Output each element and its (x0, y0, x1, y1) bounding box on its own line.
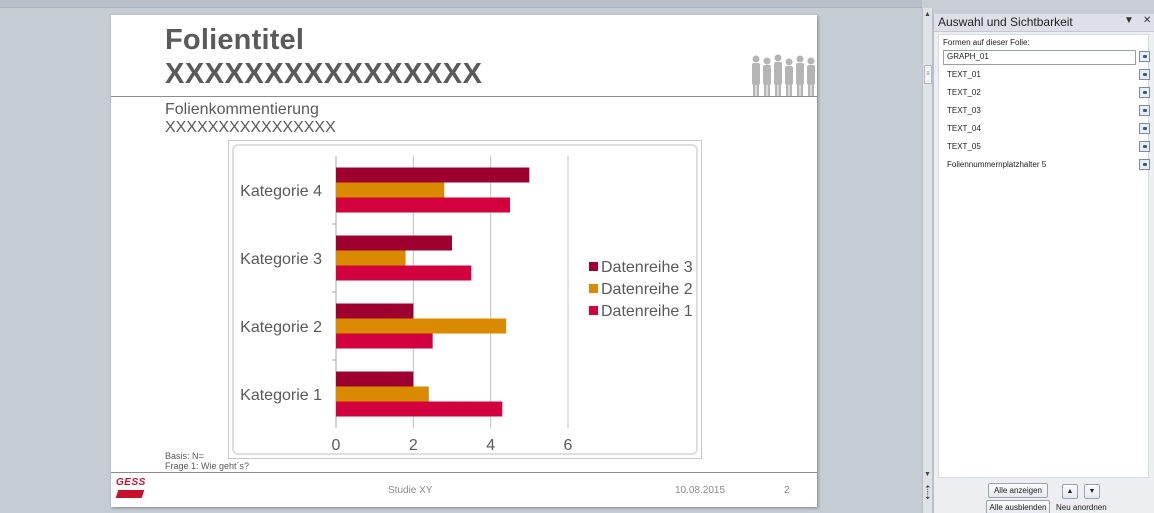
shape-name: TEXT_01 (947, 70, 981, 79)
shape-item-text-01[interactable]: TEXT_01 (943, 69, 1150, 83)
header-divider (111, 96, 817, 97)
bring-forward-button[interactable]: ▲ (1062, 484, 1078, 499)
bar[interactable] (336, 167, 530, 183)
bar[interactable] (336, 371, 414, 387)
basis-note[interactable]: Basis: N= (165, 451, 204, 461)
bar[interactable] (336, 265, 472, 281)
logo-bar (115, 490, 145, 498)
pane-header: Auswahl und Sichtbarkeit ▼ ✕ (934, 14, 1154, 32)
selection-pane: Auswahl und Sichtbarkeit ▼ ✕ Formen auf … (933, 14, 1154, 513)
chart-area[interactable]: 0 2 4 6 Kategorie 4 Kategorie 3 Kategorie 2 Kat… (232, 144, 698, 455)
chart-selection-frame[interactable]: 0 2 4 6 Kategorie 4 Kategorie 3 Kategorie 2 Kat… (228, 140, 702, 459)
pane-footer: Alle anzeigen Alle ausblenden ▲ ▼ Neu an… (934, 480, 1154, 513)
shape-item-graph-01[interactable]: GRAPH_01 (943, 50, 1150, 65)
legend-swatch[interactable] (589, 306, 598, 315)
send-backward-button[interactable]: ▼ (1084, 484, 1100, 499)
show-all-button[interactable]: Alle anzeigen (988, 483, 1048, 498)
hide-all-button[interactable]: Alle ausblenden (986, 500, 1050, 513)
editor-top-border (0, 0, 922, 8)
legend-label[interactable]: Datenreihe 1 (601, 303, 693, 320)
gess-logo: GESS (115, 477, 146, 501)
shape-name: TEXT_05 (947, 142, 981, 151)
category-label[interactable]: Kategorie 2 (240, 319, 322, 336)
bar[interactable] (336, 386, 429, 402)
visibility-eye-icon[interactable] (1139, 87, 1150, 98)
logo-wordmark: GESS (116, 477, 146, 488)
visibility-eye-icon[interactable] (1139, 141, 1150, 152)
pane-options-chevron-icon[interactable]: ▼ (1124, 15, 1134, 26)
shape-name: TEXT_02 (947, 88, 981, 97)
slide-comment[interactable]: Folienkommentierung (165, 101, 319, 119)
scroll-up-arrow-icon[interactable]: ▲ (924, 11, 931, 18)
slide-canvas[interactable]: Folientitel XXXXXXXXXXXXXXXX Folienkomme… (111, 15, 817, 507)
bar[interactable] (336, 182, 445, 198)
footer-page-number[interactable]: 2 (784, 485, 790, 496)
category-label[interactable]: Kategorie 3 (240, 251, 322, 268)
shape-item-text-04[interactable]: TEXT_04 (943, 123, 1150, 137)
footer-divider (111, 472, 817, 473)
footer-date[interactable]: 10.08.2015 (675, 485, 725, 496)
x-tick-label[interactable]: 2 (409, 437, 418, 454)
shapes-list: Formen auf dieser Folie: GRAPH_01 TEXT_0… (938, 34, 1150, 478)
previous-next-slide-icon[interactable]: ⇡ ⇣ (924, 485, 932, 501)
bar[interactable] (336, 318, 507, 334)
bar-chart[interactable]: 0 2 4 6 Kategorie 4 Kategorie 3 Kategorie 2 Kat… (234, 146, 700, 457)
shape-name: GRAPH_01 (947, 52, 989, 61)
slide-title[interactable]: Folientitel (165, 24, 304, 57)
visibility-eye-icon[interactable] (1139, 123, 1150, 134)
footer-study[interactable]: Studie XY (388, 485, 432, 496)
shape-name: TEXT_03 (947, 106, 981, 115)
legend-swatch[interactable] (589, 284, 598, 293)
people-silhouette-icon (752, 54, 815, 97)
shape-item-text-03[interactable]: TEXT_03 (943, 105, 1150, 119)
question-note[interactable]: Frage 1: Wie geht´s? (165, 461, 249, 471)
bar[interactable] (336, 401, 503, 417)
vertical-scrollbar[interactable]: ▲ ≡ ▼ ⇡ ⇣ (922, 8, 933, 513)
x-tick-label[interactable]: 0 (332, 437, 341, 454)
scroll-down-arrow-icon[interactable]: ▼ (924, 471, 931, 478)
category-label[interactable]: Kategorie 4 (240, 183, 322, 200)
pane-title: Auswahl und Sichtbarkeit (938, 15, 1073, 29)
shape-name: TEXT_04 (947, 124, 981, 133)
x-tick-label[interactable]: 6 (564, 437, 573, 454)
legend-label[interactable]: Datenreihe 3 (601, 259, 693, 276)
slide-comment-placeholder[interactable]: XXXXXXXXXXXXXXXX (165, 119, 336, 137)
visibility-eye-icon[interactable] (1139, 69, 1150, 80)
slide-editor-area: Folientitel XXXXXXXXXXXXXXXX Folienkomme… (0, 0, 922, 513)
scroll-thumb[interactable]: ≡ (924, 65, 932, 84)
slide-title-placeholder[interactable]: XXXXXXXXXXXXXXXX (165, 58, 482, 91)
bar[interactable] (336, 197, 510, 213)
bar[interactable] (336, 333, 433, 349)
shapes-section-label: Formen auf dieser Folie: (943, 38, 1030, 47)
bar[interactable] (336, 235, 452, 251)
reorder-label: Neu anordnen (1056, 503, 1107, 512)
visibility-eye-icon[interactable] (1139, 159, 1150, 170)
category-label[interactable]: Kategorie 1 (240, 387, 322, 404)
shape-item-text-05[interactable]: TEXT_05 (943, 141, 1150, 155)
bar[interactable] (336, 250, 406, 266)
shape-item-text-02[interactable]: TEXT_02 (943, 87, 1150, 101)
shape-name: Foliennummernplatzhalter 5 (947, 160, 1047, 169)
bar[interactable] (336, 303, 414, 319)
legend-label[interactable]: Datenreihe 2 (601, 281, 693, 298)
shape-item-slide-number[interactable]: Foliennummernplatzhalter 5 (943, 159, 1150, 173)
visibility-eye-icon[interactable] (1139, 105, 1150, 116)
legend-swatch[interactable] (589, 262, 598, 271)
pane-close-icon[interactable]: ✕ (1143, 15, 1151, 26)
x-tick-label[interactable]: 4 (486, 437, 495, 454)
visibility-eye-icon[interactable] (1139, 51, 1150, 62)
